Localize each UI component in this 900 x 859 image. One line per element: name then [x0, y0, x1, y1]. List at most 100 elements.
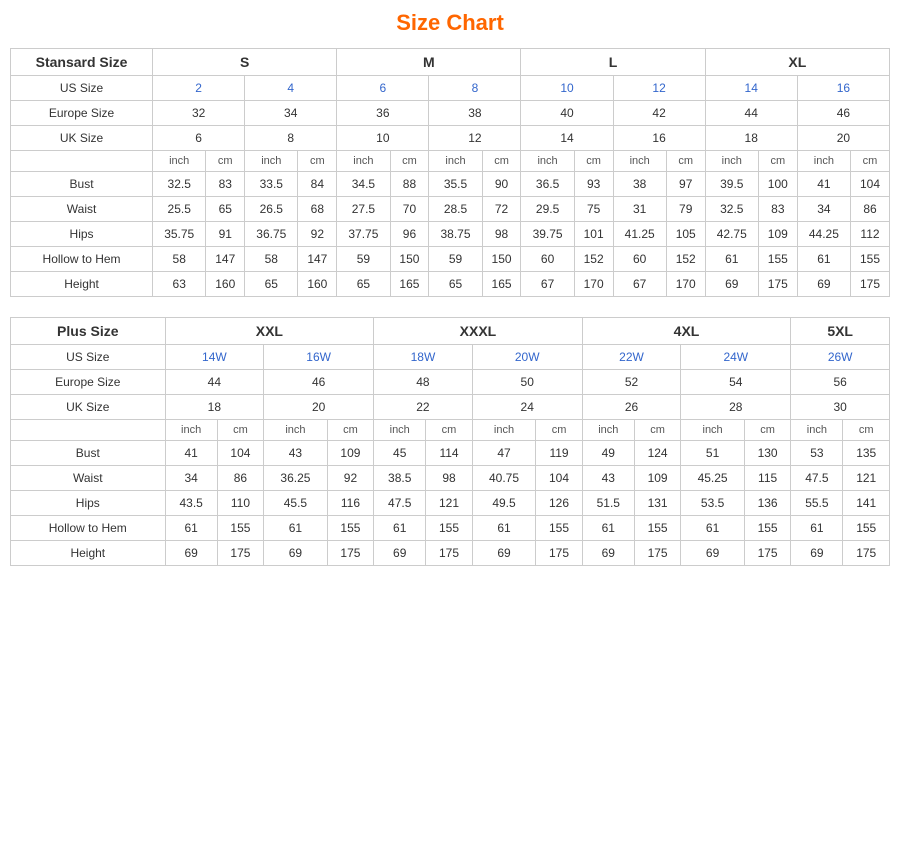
plus-bust-label: Bust [11, 441, 166, 466]
bust-m2-cm: 90 [482, 172, 521, 197]
us-4: 4 [245, 76, 337, 101]
eu-44: 44 [705, 101, 797, 126]
plus-size-section: Plus Size XXL XXXL 4XL 5XL US Size 14W 1… [10, 317, 890, 566]
uk-16: 16 [613, 126, 705, 151]
eu-46: 46 [797, 101, 889, 126]
unit-cm-3: cm [390, 151, 429, 172]
unit-cm-8: cm [850, 151, 889, 172]
us-10: 10 [521, 76, 613, 101]
unit-cm-4: cm [482, 151, 521, 172]
unit-cm-5: cm [574, 151, 613, 172]
xxxl-header: XXXL [374, 318, 583, 345]
us-6: 6 [337, 76, 429, 101]
plus-us-size-label: US Size [11, 345, 166, 370]
plus-eu-50: 50 [472, 370, 582, 395]
us-8: 8 [429, 76, 521, 101]
plus-waist-row: Waist 34 86 36.25 92 38.5 98 40.75 104 4… [11, 466, 890, 491]
plus-eu-48: 48 [374, 370, 473, 395]
m-header: M [337, 49, 521, 76]
eu-36: 36 [337, 101, 429, 126]
waist-label: Waist [11, 197, 153, 222]
bust-l2-cm: 97 [666, 172, 705, 197]
uk-6: 6 [153, 126, 245, 151]
xl-header: XL [705, 49, 889, 76]
plus-uk-22: 22 [374, 395, 473, 420]
plus-uk-size-label: UK Size [11, 395, 166, 420]
bust-row: Bust 32.5 83 33.5 84 34.5 88 35.5 90 36.… [11, 172, 890, 197]
plus-uk-30: 30 [791, 395, 890, 420]
europe-size-label: Europe Size [11, 101, 153, 126]
bust-m1-inch: 34.5 [337, 172, 390, 197]
plus-uk-24: 24 [472, 395, 582, 420]
bust-label: Bust [11, 172, 153, 197]
us-16: 16 [797, 76, 889, 101]
hips-label: Hips [11, 222, 153, 247]
unit-spacer [11, 151, 153, 172]
bust-l2-inch: 38 [613, 172, 666, 197]
bust-l1-inch: 36.5 [521, 172, 574, 197]
unit-cm-1: cm [206, 151, 245, 172]
unit-cm-6: cm [666, 151, 705, 172]
plus-us-22w: 22W [582, 345, 681, 370]
standard-group-label: Stansard Size [11, 49, 153, 76]
eu-40: 40 [521, 101, 613, 126]
plus-eu-52: 52 [582, 370, 681, 395]
plus-us-26w: 26W [791, 345, 890, 370]
plus-uk-28: 28 [681, 395, 791, 420]
uk-size-label: UK Size [11, 126, 153, 151]
xxl-header: XXL [165, 318, 374, 345]
plus-europe-size-label: Europe Size [11, 370, 166, 395]
uk-20: 20 [797, 126, 889, 151]
plus-us-24w: 24W [681, 345, 791, 370]
unit-inch-7: inch [705, 151, 758, 172]
plus-hollow-label: Hollow to Hem [11, 516, 166, 541]
unit-inch-3: inch [337, 151, 390, 172]
uk-14: 14 [521, 126, 613, 151]
s-header: S [153, 49, 337, 76]
bust-m1-cm: 88 [390, 172, 429, 197]
us-14: 14 [705, 76, 797, 101]
plus-uk-26: 26 [582, 395, 681, 420]
bust-xl1-cm: 100 [758, 172, 797, 197]
plus-height-label: Height [11, 541, 166, 566]
plus-eu-44: 44 [165, 370, 264, 395]
unit-inch-6: inch [613, 151, 666, 172]
bust-xl1-inch: 39.5 [705, 172, 758, 197]
uk-18: 18 [705, 126, 797, 151]
eu-34: 34 [245, 101, 337, 126]
plus-us-14w: 14W [165, 345, 264, 370]
unit-inch-5: inch [521, 151, 574, 172]
uk-8: 8 [245, 126, 337, 151]
unit-inch-2: inch [245, 151, 298, 172]
bust-s1-inch: 32.5 [153, 172, 206, 197]
hollow-label: Hollow to Hem [11, 247, 153, 272]
plus-size-table: Plus Size XXL XXXL 4XL 5XL US Size 14W 1… [10, 317, 890, 566]
4xl-header: 4XL [582, 318, 791, 345]
uk-12: 12 [429, 126, 521, 151]
plus-group-label: Plus Size [11, 318, 166, 345]
bust-s2-inch: 33.5 [245, 172, 298, 197]
plus-waist-label: Waist [11, 466, 166, 491]
plus-uk-20: 20 [264, 395, 374, 420]
l-header: L [521, 49, 705, 76]
plus-us-18w: 18W [374, 345, 473, 370]
hips-row: Hips 35.75 91 36.75 92 37.75 96 38.75 98… [11, 222, 890, 247]
plus-bust-row: Bust 41 104 43 109 45 114 47 119 49 124 … [11, 441, 890, 466]
bust-s1-cm: 83 [206, 172, 245, 197]
plus-height-row: Height 69 175 69 175 69 175 69 175 69 17… [11, 541, 890, 566]
plus-us-20w: 20W [472, 345, 582, 370]
eu-38: 38 [429, 101, 521, 126]
unit-cm-2: cm [298, 151, 337, 172]
bust-xl2-inch: 41 [797, 172, 850, 197]
chart-title: Size Chart [10, 10, 890, 36]
plus-eu-56: 56 [791, 370, 890, 395]
5xl-header: 5XL [791, 318, 890, 345]
plus-uk-18: 18 [165, 395, 264, 420]
bust-l1-cm: 93 [574, 172, 613, 197]
hollow-to-hem-row: Hollow to Hem 58 147 58 147 59 150 59 15… [11, 247, 890, 272]
unit-inch-1: inch [153, 151, 206, 172]
bust-s2-cm: 84 [298, 172, 337, 197]
plus-hollow-row: Hollow to Hem 61 155 61 155 61 155 61 15… [11, 516, 890, 541]
eu-32: 32 [153, 101, 245, 126]
us-12: 12 [613, 76, 705, 101]
